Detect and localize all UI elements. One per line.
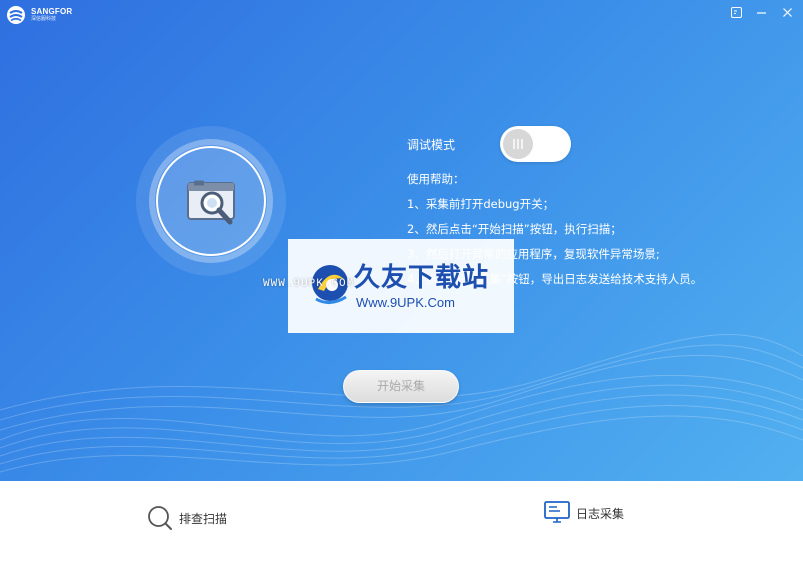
sangfor-logo: SANGFOR 深信服科技 — [6, 5, 72, 25]
close-icon — [782, 7, 792, 17]
help-step-1: 1、采集前打开debug开关； — [407, 197, 555, 211]
tab-scan[interactable]: 排查扫描 — [147, 505, 227, 531]
watermark-left-url: WWW.9UPK.COM — [263, 278, 355, 290]
monitor-icon — [544, 501, 570, 523]
search-icon — [148, 506, 172, 530]
toggle-knob — [503, 129, 533, 159]
minimize-button[interactable] — [753, 4, 769, 20]
bottom-tab-bar: 排查扫描 日志采集 — [0, 481, 803, 573]
sangfor-logo-icon — [7, 6, 25, 24]
brand-name-en: SANGFOR — [31, 7, 73, 16]
tab-log-collect[interactable]: 日志采集 — [544, 500, 624, 526]
debug-mode-toggle[interactable] — [500, 126, 571, 162]
tab-scan-label: 排查扫描 — [179, 511, 228, 526]
grip-icon — [513, 139, 523, 149]
camera-search-icon — [187, 180, 235, 225]
feedback-icon — [730, 6, 742, 18]
brand-name-cn: 深信服科技 — [31, 16, 57, 22]
tab-log-label: 日志采集 — [576, 506, 625, 521]
feedback-button[interactable] — [728, 4, 744, 20]
close-button[interactable] — [779, 4, 795, 20]
minimize-icon — [756, 11, 766, 14]
watermark-title: 久友下载站 — [354, 263, 490, 293]
help-title: 使用帮助： — [407, 172, 465, 186]
start-collect-button[interactable]: 开始采集 — [343, 370, 459, 403]
debug-mode-label: 调试模式 — [407, 138, 456, 152]
watermark-url: Www.9UPK.Com — [356, 295, 455, 310]
